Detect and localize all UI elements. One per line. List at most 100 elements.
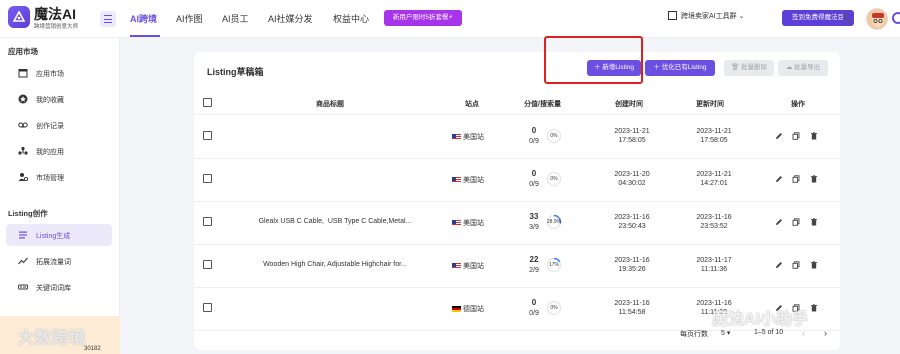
nav-ai-image[interactable]: AI作图: [176, 12, 203, 25]
badge-text: 大数跨境: [18, 330, 87, 347]
sidebar-item-traffic-words[interactable]: 拓展流量词: [6, 250, 112, 272]
product-title[interactable]: Glealx USB C Cable, USB Type C Cable,Met…: [255, 218, 415, 225]
promo-button[interactable]: 新用户限时5折套餐⚡: [384, 10, 462, 26]
updated-date: 2023-11-21: [696, 128, 732, 135]
row-checkbox[interactable]: [203, 303, 212, 312]
gauge-percent: 0%: [550, 176, 558, 182]
translate-icon[interactable]: 文A: [840, 11, 854, 26]
site-label: 美国站: [463, 134, 484, 141]
nav-ai-crossborder[interactable]: AI跨境: [130, 12, 157, 25]
row-checkbox[interactable]: [203, 260, 212, 269]
sidebar-item-app-market[interactable]: 应用市场: [6, 62, 112, 84]
promo-badge[interactable]: 大数跨境 30182: [0, 316, 120, 354]
sidebar-item-label: 应用市场: [36, 71, 64, 78]
batch-export-label: 批量导出: [794, 64, 821, 71]
delete-icon[interactable]: [810, 218, 818, 226]
rows-per-page-select[interactable]: 5 ▾: [721, 329, 730, 337]
site-label: 美国站: [463, 177, 484, 184]
col-actions-header: 操作: [791, 101, 805, 108]
delete-icon[interactable]: [810, 132, 818, 140]
gauge-percent: 28.9%: [546, 219, 562, 225]
copy-icon[interactable]: [792, 132, 800, 140]
optimize-listing-button[interactable]: ＋ 优化已有Listing: [645, 60, 715, 76]
site-cell: 美国站: [452, 175, 484, 185]
row-divider: [194, 158, 840, 159]
score-gauge: 0%: [546, 128, 562, 144]
row-divider: [194, 244, 840, 245]
created-time: 11:54:58: [618, 309, 646, 316]
select-all-checkbox[interactable]: [203, 98, 212, 107]
row-checkbox[interactable]: [203, 174, 212, 183]
settings-icon[interactable]: [892, 12, 900, 24]
created-date: 2023-11-20: [614, 171, 650, 178]
logo-title[interactable]: 魔法AI: [34, 4, 76, 24]
row-divider: [194, 330, 840, 331]
logo-icon[interactable]: [8, 6, 30, 28]
row-divider: [194, 287, 840, 288]
prev-page-button[interactable]: ‹: [802, 328, 805, 338]
svg-text:A: A: [847, 19, 852, 25]
edit-icon[interactable]: [775, 132, 783, 140]
sidebar: 应用市场 应用市场 我的收藏 创作记录 我的应用 市场管理 Listing创作 …: [0, 38, 120, 354]
created-date: 2023-11-16: [614, 257, 650, 264]
row-checkbox[interactable]: [203, 217, 212, 226]
voicemail-icon: [18, 122, 28, 128]
score-gauge: 28.9%: [546, 214, 562, 230]
menu-toggle-button[interactable]: [100, 11, 116, 27]
rows-per-page-label: 每页行数: [680, 331, 708, 338]
sidebar-item-favorites[interactable]: 我的收藏: [6, 88, 112, 110]
updated-time: 23:53:52: [700, 223, 728, 230]
apps-icon: [18, 146, 28, 155]
group-dropdown[interactable]: 跨境卖家AI工具群 ⌄: [668, 11, 744, 21]
copy-icon[interactable]: [792, 261, 800, 269]
next-page-button[interactable]: ›: [824, 328, 827, 338]
search-count: 0/9: [529, 138, 539, 145]
updated-date: 2023-11-21: [696, 171, 732, 178]
batch-delete-button[interactable]: 🗑 批量删除: [724, 60, 774, 76]
delete-icon[interactable]: [810, 175, 818, 183]
sidebar-item-my-apps[interactable]: 我的应用: [6, 140, 112, 162]
trend-icon: [18, 257, 28, 265]
edit-icon[interactable]: [775, 261, 783, 269]
sidebar-item-records[interactable]: 创作记录: [6, 114, 112, 136]
copy-icon[interactable]: [792, 218, 800, 226]
user-avatar[interactable]: [866, 8, 888, 30]
updated-time: 11:11:36: [700, 266, 728, 273]
logo-subtitle: 跨境营销创意大师: [34, 24, 79, 30]
batch-export-button[interactable]: ☁ 批量导出: [778, 60, 828, 76]
edit-icon[interactable]: [775, 175, 783, 183]
product-title[interactable]: Wooden High Chair, Adjustable Highchair …: [255, 261, 415, 268]
nav-benefits[interactable]: 权益中心: [333, 12, 369, 25]
star-icon: [18, 94, 28, 104]
sidebar-item-label: 拓展流量词: [36, 259, 71, 266]
gauge-percent: 17%: [548, 262, 559, 268]
badge-count: 30182: [84, 346, 101, 352]
created-time: 17:58:05: [618, 137, 646, 144]
delete-icon[interactable]: [810, 261, 818, 269]
created-date: 2023-11-16: [614, 300, 650, 307]
pagination-range: 1–5 of 10: [754, 329, 784, 336]
us-flag-icon: [452, 177, 461, 183]
sidebar-item-market-manage[interactable]: 市场管理: [6, 166, 112, 188]
nav-ai-social[interactable]: AI社媒分发: [268, 12, 313, 25]
col-updated-header: 更新时间: [696, 101, 724, 108]
nav-ai-staff[interactable]: AI员工: [222, 12, 249, 25]
sidebar-item-listing-generate[interactable]: Listing生成: [6, 224, 112, 246]
us-flag-icon: [452, 134, 461, 140]
gauge-percent: 0%: [550, 305, 558, 311]
batch-delete-label: 批量删除: [741, 64, 768, 71]
sidebar-section-listing: Listing创作: [8, 209, 48, 218]
col-title-header: 商品标题: [316, 101, 344, 108]
optimize-listing-label: 优化已有Listing: [661, 64, 707, 71]
search-count: 0/9: [529, 181, 539, 188]
row-divider: [194, 201, 840, 202]
user-manage-icon: [18, 173, 28, 182]
edit-icon[interactable]: [775, 218, 783, 226]
sidebar-item-keywords[interactable]: 关键词词库: [6, 276, 112, 298]
row-checkbox[interactable]: [203, 131, 212, 140]
created-time: 04:30:02: [618, 180, 646, 187]
list-icon: [19, 231, 27, 239]
copy-icon[interactable]: [792, 175, 800, 183]
delete-icon[interactable]: [810, 304, 818, 312]
search-count: 3/9: [529, 224, 539, 231]
